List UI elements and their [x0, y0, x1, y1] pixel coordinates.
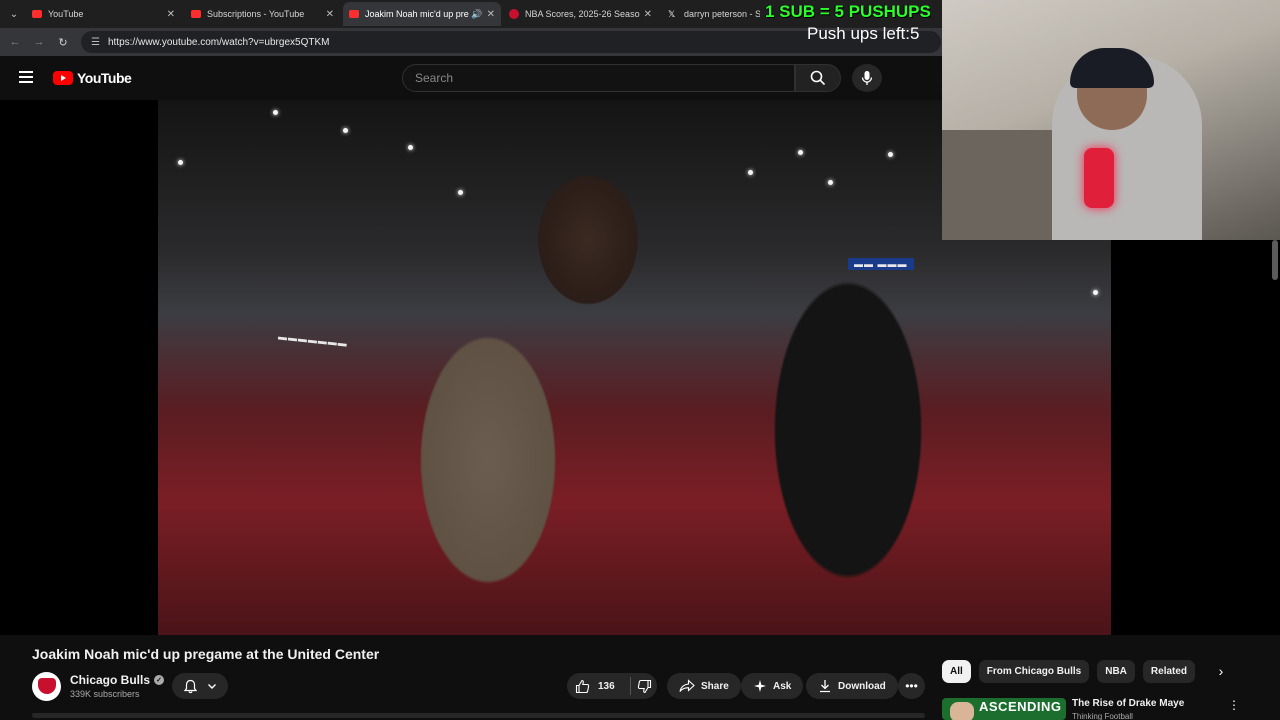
chevron-down-icon: [208, 684, 217, 689]
arena-light: [888, 152, 893, 157]
video-thumbnail[interactable]: ASCENDING: [942, 698, 1066, 720]
close-icon[interactable]: ✕: [167, 9, 175, 20]
share-button[interactable]: Share: [667, 673, 741, 699]
youtube-favicon-icon: [32, 10, 42, 18]
download-button[interactable]: Download: [806, 673, 898, 699]
youtube-masthead: YouTube Search: [0, 56, 942, 100]
arena-light: [1093, 290, 1098, 295]
thumbnail-text: ASCENDING: [979, 699, 1062, 714]
browser-tab-youtube[interactable]: YouTube ✕: [26, 2, 181, 26]
youtube-favicon-icon: [191, 10, 201, 18]
menu-icon[interactable]: [19, 71, 33, 83]
site-info-icon[interactable]: ☰: [91, 37, 100, 48]
arena-light: [828, 180, 833, 185]
dislike-button[interactable]: [631, 679, 657, 694]
search-icon: [810, 70, 826, 86]
youtube-favicon-icon: [349, 10, 359, 18]
tab-title: darryn peterson - Search / X: [684, 9, 760, 19]
arena-light: [798, 150, 803, 155]
close-icon[interactable]: ✕: [644, 9, 652, 20]
video-title: Joakim Noah mic'd up pregame at the Unit…: [32, 646, 380, 662]
share-icon: [679, 679, 695, 692]
more-actions-button[interactable]: •••: [898, 673, 925, 699]
tab-title: Joakim Noah mic'd up prega: [365, 9, 470, 19]
arena-light: [408, 145, 413, 150]
close-icon[interactable]: ✕: [487, 9, 495, 20]
description-box-edge: [32, 713, 925, 718]
arena-light: [273, 110, 278, 115]
back-arrow-icon[interactable]: ←: [3, 36, 27, 48]
pushups-counter: Push ups left:5: [807, 24, 920, 43]
verified-badge-icon: ✓: [154, 675, 165, 685]
speaker-icon[interactable]: 🔊: [471, 9, 482, 20]
close-icon[interactable]: ✕: [326, 9, 334, 20]
ask-label: Ask: [773, 680, 792, 692]
x-favicon-icon: 𝕏: [668, 9, 676, 19]
arena-light: [178, 160, 183, 165]
browser-tab-nba-scores[interactable]: NBA Scores, 2025-26 Season - ✕: [503, 2, 658, 26]
couch: [942, 130, 1062, 240]
thumbs-down-icon: [637, 679, 651, 693]
stream-goal-text: 1 SUB = 5 PUSHUPS: [765, 2, 931, 21]
arena-banner: ▬▬▬▬▬▬▬: [277, 331, 349, 349]
recommended-video-channel[interactable]: Thinking Football: [1072, 712, 1133, 720]
tab-title: NBA Scores, 2025-26 Season -: [525, 9, 640, 19]
search-button[interactable]: [795, 64, 841, 92]
like-count: 136: [598, 680, 615, 692]
download-label: Download: [838, 680, 886, 692]
share-label: Share: [701, 680, 729, 692]
recommended-video[interactable]: ASCENDING The Rise of Drake Maye Thinkin…: [942, 696, 1280, 720]
chip-related[interactable]: Related: [1142, 659, 1196, 683]
nba-favicon-icon: [509, 9, 519, 19]
arena-light: [343, 128, 348, 133]
voice-search-button[interactable]: [852, 64, 882, 92]
sparkle-icon: [754, 680, 766, 692]
channel-name: Chicago Bulls: [70, 673, 151, 687]
arena-banner: ▬▬ ▬▬▬: [848, 258, 914, 270]
like-button[interactable]: 136: [567, 677, 631, 695]
youtube-logo[interactable]: YouTube: [53, 70, 132, 86]
more-horizontal-icon: •••: [905, 679, 918, 693]
url-text: https://www.youtube.com/watch?v=ubrgex5Q…: [107, 36, 330, 48]
chip-all[interactable]: All: [942, 659, 971, 683]
notifications-button[interactable]: [172, 673, 228, 699]
subscriber-count: 339K subscribers: [70, 689, 140, 699]
channel-owner: Chicago Bulls ✓ 339K subscribers: [32, 671, 165, 701]
download-icon: [820, 680, 830, 693]
forward-arrow-icon[interactable]: →: [27, 36, 51, 48]
search-placeholder: Search: [415, 71, 454, 85]
browser-tab-x-search[interactable]: 𝕏 darryn peterson - Search / X: [662, 2, 766, 26]
arena-light: [458, 190, 463, 195]
webcam-overlay: [942, 0, 1280, 240]
chip-from-chicago-bulls[interactable]: From Chicago Bulls: [978, 659, 1090, 683]
browser-tab-subscriptions[interactable]: Subscriptions - YouTube ✕: [185, 2, 340, 26]
bell-icon: [183, 679, 197, 693]
channel-avatar[interactable]: [32, 671, 61, 701]
browser-toolbar: ← → ↻ ☰ https://www.youtube.com/watch?v=…: [0, 28, 942, 56]
thumbnail-face: [950, 702, 974, 720]
more-vertical-icon[interactable]: ⋮: [1228, 698, 1240, 712]
youtube-play-icon: [53, 71, 73, 85]
thumbs-up-icon: [575, 679, 590, 693]
search-input[interactable]: Search: [402, 64, 795, 92]
channel-name-link[interactable]: Chicago Bulls ✓: [70, 673, 165, 687]
chevron-right-icon[interactable]: ›: [1212, 662, 1230, 680]
tab-search-chevron-icon[interactable]: ⌄: [6, 6, 22, 22]
chip-nba[interactable]: NBA: [1097, 659, 1135, 683]
logo-text: YouTube: [77, 70, 132, 86]
page-scrollbar[interactable]: [1272, 240, 1278, 280]
microphone: [1084, 148, 1114, 208]
browser-tab-active-video[interactable]: Joakim Noah mic'd up prega 🔊 ✕: [343, 2, 501, 26]
tab-title: YouTube: [48, 9, 84, 19]
reload-icon[interactable]: ↻: [51, 36, 75, 49]
beanie: [1070, 48, 1154, 88]
bulls-logo-icon: [37, 678, 56, 694]
tab-title: Subscriptions - YouTube: [207, 9, 305, 19]
ask-button[interactable]: Ask: [741, 673, 804, 699]
microphone-icon: [861, 71, 873, 85]
related-filter-chips: All From Chicago Bulls NBA Related: [942, 659, 1203, 683]
recommended-video-title[interactable]: The Rise of Drake Maye: [1072, 698, 1184, 709]
like-dislike-group: 136: [567, 673, 657, 699]
arena-light: [748, 170, 753, 175]
